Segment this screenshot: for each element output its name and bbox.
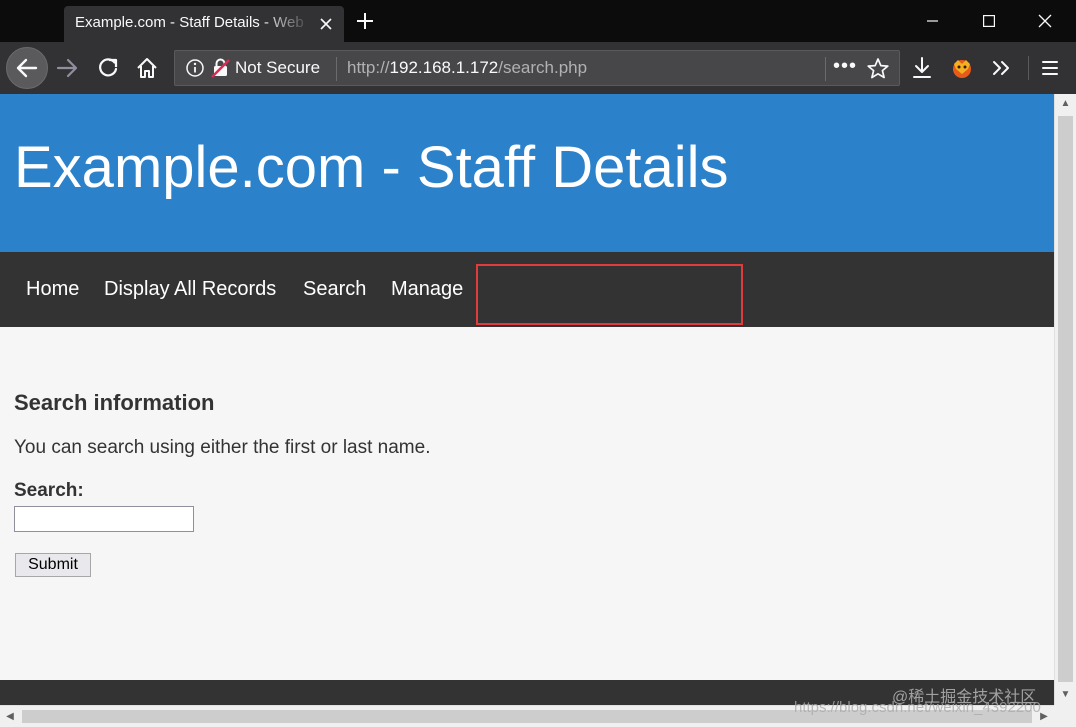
scroll-left-arrow-icon[interactable]: ◀ (0, 706, 20, 727)
nav-home-link[interactable]: Home (26, 278, 79, 301)
tab-close-icon[interactable] (314, 12, 338, 36)
active-tab[interactable]: Example.com - Staff Details - Web (64, 6, 344, 42)
info-icon[interactable] (185, 58, 205, 78)
url-prefix: http:// (347, 58, 390, 77)
back-button[interactable] (6, 47, 48, 89)
reload-button[interactable] (90, 50, 126, 86)
page-actions-icon[interactable]: ••• (831, 55, 859, 81)
window-close-button[interactable] (1022, 6, 1068, 36)
home-button[interactable] (129, 50, 165, 86)
scroll-down-arrow-icon[interactable]: ▼ (1055, 685, 1076, 705)
nav-search-link[interactable]: Search (303, 278, 366, 301)
browser-window: Example.com - Staff Details - Web Not Se… (0, 0, 1076, 727)
watermark-url: https://blog.csdn.net/weixin_4392200 (794, 699, 1041, 716)
hamburger-menu-icon[interactable] (1034, 52, 1066, 84)
nav-manage-link[interactable]: Manage (391, 278, 463, 301)
submit-button[interactable]: Submit (15, 553, 91, 577)
vertical-scrollbar[interactable]: ▲ ▼ (1054, 94, 1076, 705)
tab-strip: Example.com - Staff Details - Web (0, 0, 1076, 42)
bookmark-star-icon[interactable] (865, 56, 891, 82)
search-input[interactable] (14, 506, 194, 532)
search-label: Search: (14, 480, 84, 501)
extension-icon[interactable] (946, 52, 978, 84)
section-heading: Search information (14, 390, 215, 415)
maximize-button[interactable] (966, 6, 1012, 36)
site-title: Example.com - Staff Details (14, 135, 729, 200)
url-host: 192.168.1.172 (389, 58, 499, 77)
download-icon[interactable] (906, 52, 938, 84)
search-description: You can search using either the first or… (14, 437, 431, 458)
url-path: /search.php (498, 58, 588, 77)
nav-display-all-link[interactable]: Display All Records (104, 278, 276, 301)
address-bar[interactable]: Not Secure http://192.168.1.172/search.p… (174, 50, 900, 86)
overflow-chevron-icon[interactable] (986, 52, 1018, 84)
vertical-scroll-thumb[interactable] (1058, 116, 1073, 682)
site-header: Example.com - Staff Details (0, 94, 1054, 252)
annotation-highlight-box (476, 264, 743, 325)
new-tab-button[interactable] (350, 6, 380, 36)
scroll-up-arrow-icon[interactable]: ▲ (1055, 94, 1076, 114)
navigation-toolbar: Not Secure http://192.168.1.172/search.p… (0, 42, 1076, 94)
url-text[interactable]: http://192.168.1.172/search.php (347, 58, 587, 78)
minimize-button[interactable] (910, 6, 956, 36)
page-viewport: Example.com - Staff Details Home Display… (0, 94, 1054, 705)
forward-button[interactable] (50, 50, 86, 86)
insecure-lock-icon[interactable] (211, 57, 231, 79)
not-secure-label[interactable]: Not Secure (235, 58, 320, 78)
